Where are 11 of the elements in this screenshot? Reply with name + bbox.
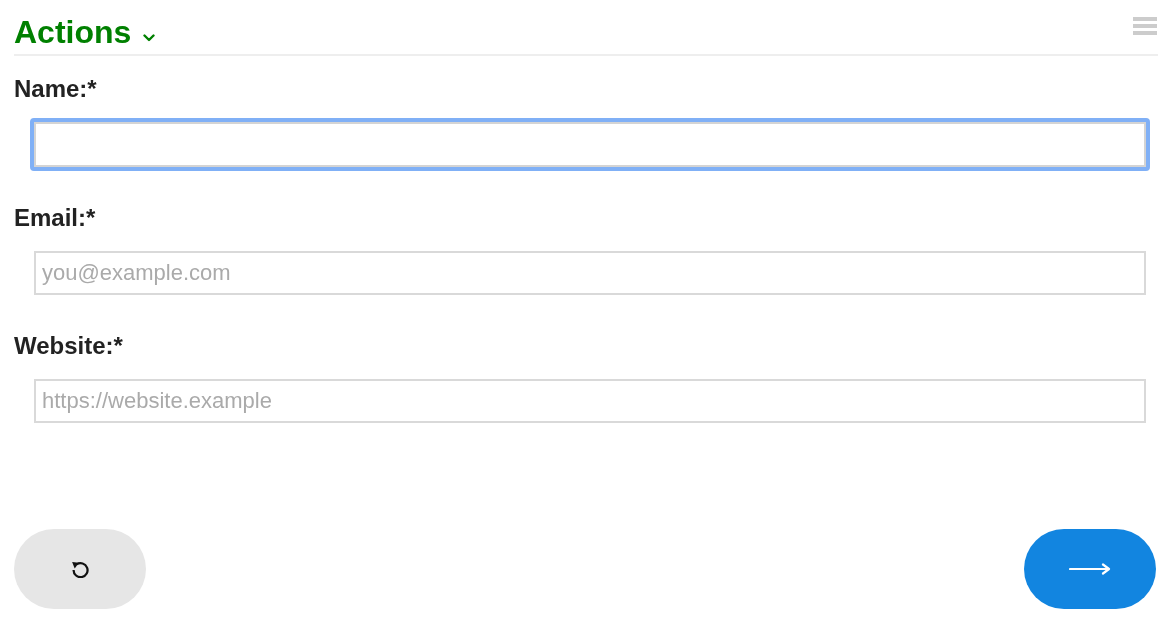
field-label: Website:* (14, 331, 123, 361)
caret-icon (143, 34, 156, 42)
field-label: Name:* (14, 74, 97, 104)
input-field[interactable] (30, 118, 1150, 171)
actions-dropdown[interactable]: Actions (14, 13, 156, 51)
input-field[interactable]: you@example.com (34, 251, 1146, 295)
input-field[interactable]: https://website.example (34, 379, 1146, 423)
field-label: Email:* (14, 203, 96, 233)
arrow-right-icon (1069, 563, 1111, 575)
menu-icon[interactable] (1133, 17, 1157, 35)
refresh-icon (71, 560, 89, 578)
